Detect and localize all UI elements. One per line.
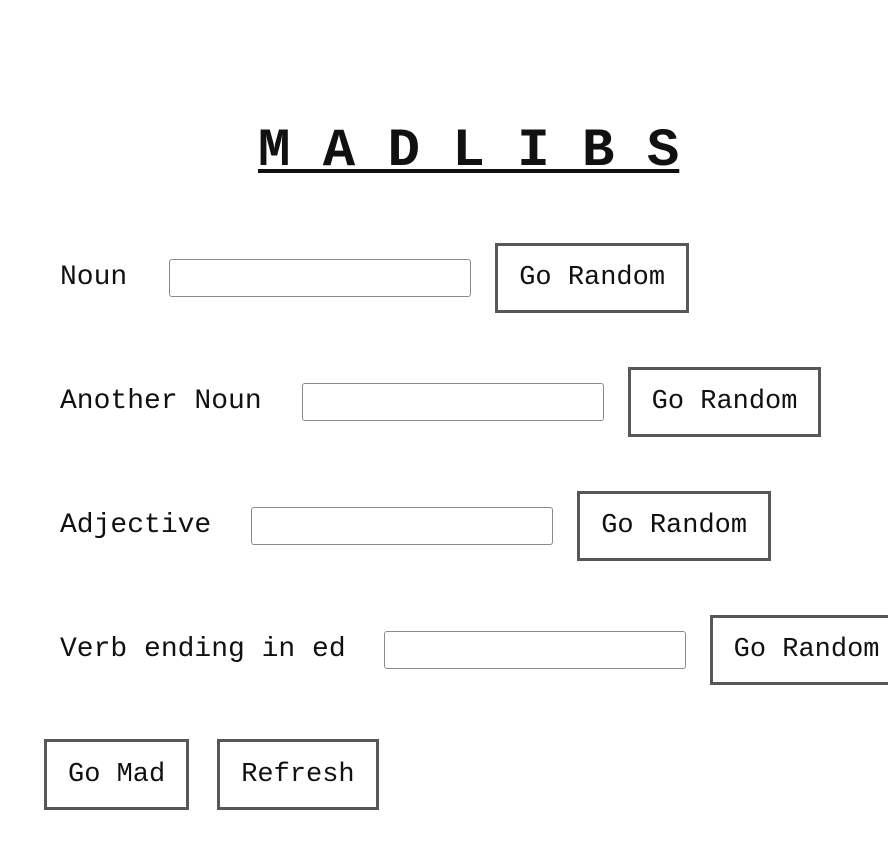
form-row-adjective: Adjective Go Random — [60, 491, 772, 561]
form-row-noun: Noun Go Random — [60, 243, 690, 313]
adjective-go-random-button[interactable]: Go Random — [577, 491, 772, 561]
another-noun-input[interactable] — [301, 383, 604, 421]
noun-input[interactable] — [169, 259, 472, 297]
adjective-label: Adjective — [60, 510, 212, 541]
page-title: M A D L I B S — [258, 121, 680, 182]
another-noun-label: Another Noun — [60, 386, 262, 417]
adjective-input[interactable] — [251, 507, 554, 545]
form-row-verb-ed: Verb ending in ed Go Random — [60, 615, 888, 685]
form-row-another-noun: Another Noun Go Random — [60, 367, 822, 437]
verb-ed-input[interactable] — [383, 631, 686, 669]
noun-go-random-button[interactable]: Go Random — [495, 243, 690, 313]
go-mad-button[interactable]: Go Mad — [44, 739, 190, 810]
refresh-button[interactable]: Refresh — [217, 739, 379, 810]
bottom-actions: Go Mad Refresh — [44, 739, 379, 810]
noun-label: Noun — [60, 262, 128, 293]
another-noun-go-random-button[interactable]: Go Random — [627, 367, 822, 437]
verb-ed-label: Verb ending in ed — [60, 634, 346, 665]
verb-ed-go-random-button[interactable]: Go Random — [709, 615, 888, 685]
